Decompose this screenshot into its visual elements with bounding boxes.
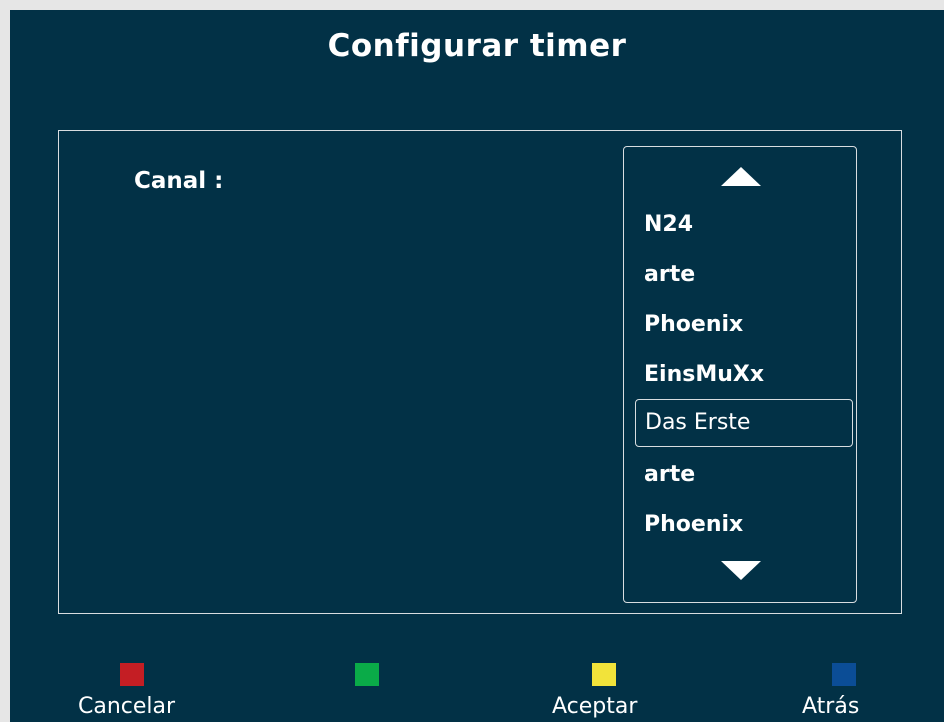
timer-settings-panel: Canal : N24 arte Phoenix EinsMuXx Das Er… xyxy=(58,130,902,614)
scroll-up-arrow-icon[interactable] xyxy=(721,167,761,186)
blue-square-icon xyxy=(832,663,856,686)
channel-item-arte[interactable]: arte xyxy=(644,260,844,290)
channel-item-n24[interactable]: N24 xyxy=(644,210,844,240)
aceptar-label: Aceptar xyxy=(552,694,638,719)
channel-item-einsmuxx[interactable]: EinsMuXx xyxy=(644,360,844,390)
channel-list[interactable]: N24 arte Phoenix EinsMuXx Das Erste arte… xyxy=(623,146,857,603)
red-square-icon xyxy=(120,663,144,686)
scroll-down-arrow-icon[interactable] xyxy=(721,561,761,580)
channel-item-phoenix[interactable]: Phoenix xyxy=(644,310,844,340)
cancelar-label: Cancelar xyxy=(78,694,176,719)
page-title: Configurar timer xyxy=(327,28,627,64)
channel-item-arte-2[interactable]: arte xyxy=(644,460,844,490)
yellow-square-icon xyxy=(592,663,616,686)
canal-label: Canal : xyxy=(134,168,224,194)
atras-label: Atrás xyxy=(802,694,860,719)
timer-config-screen: Configurar timer Canal : N24 arte Phoeni… xyxy=(10,10,944,722)
channel-item-phoenix-2[interactable]: Phoenix xyxy=(644,510,844,540)
channel-item-das-erste-selected[interactable]: Das Erste xyxy=(635,399,853,447)
green-square-icon xyxy=(355,663,379,686)
